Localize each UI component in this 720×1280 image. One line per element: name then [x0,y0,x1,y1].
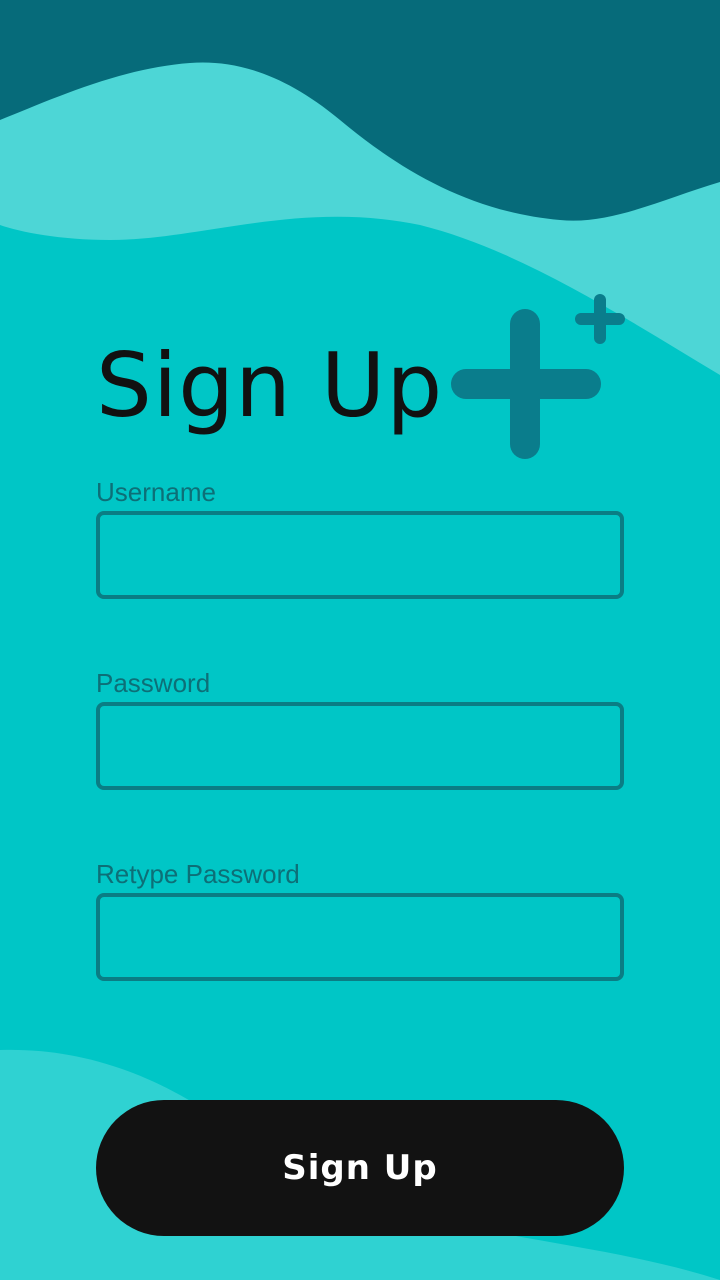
add-user-plus-icon [451,294,625,459]
password-input[interactable] [96,702,624,790]
username-input[interactable] [96,511,624,599]
retype-password-input[interactable] [96,893,624,981]
username-label: Username [96,477,216,507]
sign-up-screen: Sign Up Username Password Retype Passwor… [0,0,720,1280]
retype-password-label: Retype Password [96,859,300,889]
password-label: Password [96,668,211,698]
sign-up-button[interactable]: Sign Up [96,1100,624,1236]
page-title: Sign Up [96,334,444,437]
